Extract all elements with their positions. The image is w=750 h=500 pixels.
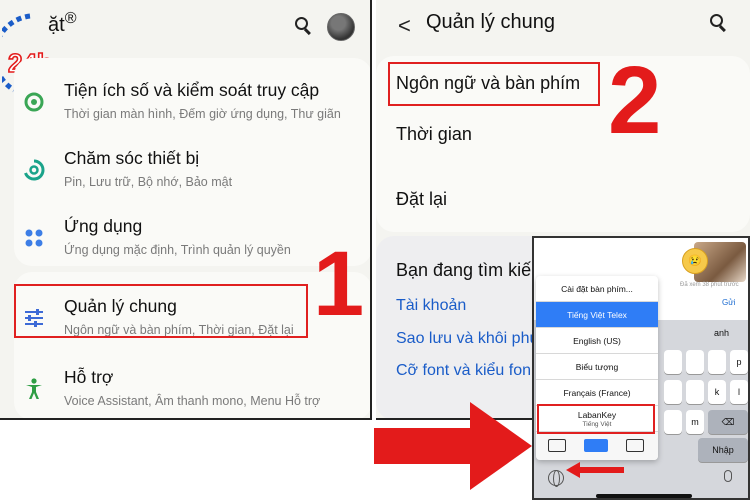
search-icon[interactable] <box>295 17 313 35</box>
item-title: Ứng dụng <box>64 216 143 236</box>
search-suggestion-heading: Bạn đang tìm kiế <box>396 260 532 280</box>
item-title: Chăm sóc thiết bị <box>64 148 200 168</box>
link-font-size[interactable]: Cỡ font và kiểu fon <box>396 362 531 380</box>
highlight-box-general-management <box>14 284 308 338</box>
settings-screen: ặt® 24h Tiện ích số và kiểm soát truy cậ… <box>0 0 372 420</box>
keyboard-full-icon[interactable] <box>584 439 608 452</box>
key-p[interactable]: p <box>730 350 748 374</box>
key[interactable] <box>686 380 704 404</box>
keyboard-position-bar <box>536 432 658 460</box>
settings-item-digital-wellbeing[interactable]: Tiện ích số và kiểm soát truy cập Thời g… <box>14 68 370 136</box>
key-l[interactable]: l <box>730 380 748 404</box>
return-key[interactable]: Nhập <box>698 438 748 462</box>
key-m[interactable]: m <box>686 410 704 434</box>
highlight-box-language-keyboard <box>388 62 600 106</box>
digital-wellbeing-icon <box>22 90 46 114</box>
apps-icon <box>22 226 46 250</box>
link-backup-restore[interactable]: Sao lưu và khôi phụ <box>396 330 538 348</box>
menu-reset[interactable]: Đặt lại <box>396 189 447 210</box>
menu-date-time[interactable]: Thời gian <box>396 124 472 145</box>
tutorial-composite: ặt® 24h Tiện ích số và kiểm soát truy cậ… <box>0 0 750 500</box>
menu-french[interactable]: Français (France) <box>536 380 658 406</box>
home-indicator <box>596 494 692 498</box>
item-subtitle: Voice Assistant, Âm thanh mono, Menu Hỗ … <box>64 394 321 408</box>
seen-status: Đã xem 38 phút trước <box>680 282 739 288</box>
small-red-arrow-icon <box>566 462 624 478</box>
menu-emoji[interactable]: Biểu tượng <box>536 354 658 380</box>
key[interactable] <box>664 410 682 434</box>
key[interactable] <box>686 350 704 374</box>
item-title: Hỗ trợ <box>64 367 114 387</box>
back-icon[interactable]: < <box>398 13 411 39</box>
big-red-arrow-icon <box>374 402 532 490</box>
globe-icon[interactable] <box>548 470 564 487</box>
item-subtitle: Ứng dụng mặc định, Trình quản lý quyền <box>64 243 291 257</box>
key[interactable] <box>664 380 682 404</box>
backspace-key[interactable]: ⌫ <box>708 410 748 434</box>
item-subtitle: Thời gian màn hình, Đếm giờ ứng dụng, Th… <box>64 107 341 121</box>
keyboard-right-icon[interactable] <box>626 439 644 452</box>
settings-item-device-care[interactable]: Chăm sóc thiết bị Pin, Lưu trữ, Bộ nhớ, … <box>14 136 370 204</box>
step-number-2: 2 <box>608 47 662 154</box>
avatar[interactable] <box>327 13 355 41</box>
key-k[interactable]: k <box>708 380 726 404</box>
link-accounts[interactable]: Tài khoản <box>396 297 466 315</box>
item-title: Tiện ích số và kiểm soát truy cập <box>64 80 320 100</box>
search-icon[interactable] <box>710 14 728 32</box>
step-number-1: 1 <box>313 233 365 335</box>
device-care-icon <box>22 158 46 182</box>
accessibility-icon <box>22 377 46 401</box>
keyboard-left-icon[interactable] <box>548 439 566 452</box>
emoji-sticker: 😢 <box>682 248 708 274</box>
key[interactable] <box>664 350 682 374</box>
item-subtitle: Pin, Lưu trữ, Bộ nhớ, Bảo mật <box>64 175 233 189</box>
microphone-icon[interactable] <box>724 470 732 482</box>
word-suggestion[interactable]: anh <box>714 328 729 338</box>
key[interactable] <box>708 350 726 374</box>
settings-item-accessibility[interactable]: Hỗ trợ Voice Assistant, Âm thanh mono, M… <box>14 355 370 418</box>
menu-keyboard-settings[interactable]: Cài đặt bàn phím... <box>536 276 658 302</box>
menu-vietnamese-telex[interactable]: Tiếng Việt Telex <box>536 302 658 328</box>
page-title: Quản lý chung <box>426 11 555 33</box>
highlight-box-labankey <box>537 404 655 434</box>
menu-english-us[interactable]: English (US) <box>536 328 658 354</box>
send-button[interactable]: Gửi <box>722 298 735 307</box>
